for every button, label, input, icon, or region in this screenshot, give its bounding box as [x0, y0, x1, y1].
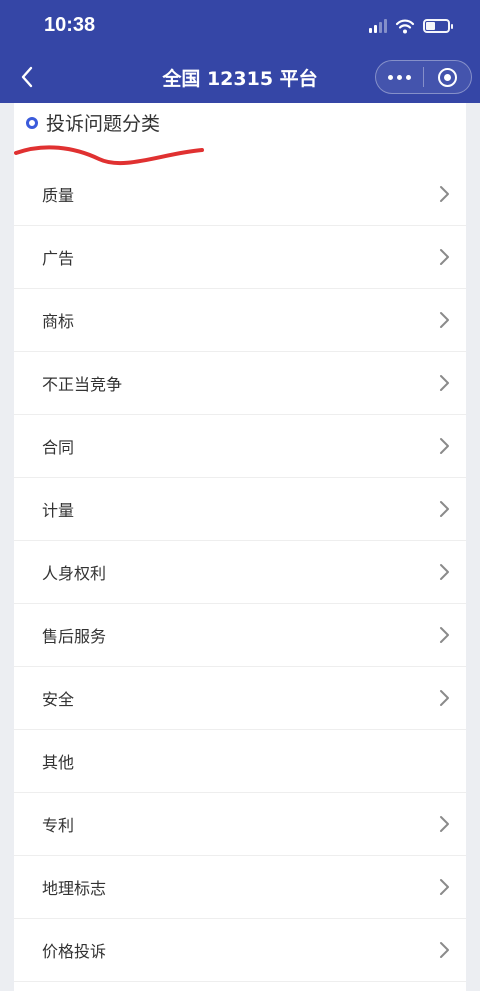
category-row[interactable]: 价格投诉 [14, 919, 466, 982]
category-label: 不正当竞争 [42, 375, 123, 394]
category-row[interactable]: 售后服务 [14, 604, 466, 667]
chevron-right-icon [440, 375, 449, 391]
chevron-right-icon [440, 501, 449, 517]
close-mini-program-button[interactable] [424, 61, 471, 93]
category-label: 质量 [42, 186, 75, 205]
more-button[interactable] [376, 61, 423, 93]
chevron-right-icon [440, 438, 449, 454]
category-row[interactable]: 不正当竞争 [14, 352, 466, 415]
close-mini-program-icon [438, 67, 457, 87]
category-label: 其他 [42, 753, 75, 772]
chevron-right-icon [440, 942, 449, 958]
chevron-right-icon [440, 879, 449, 895]
category-row[interactable]: 人身权利 [14, 541, 466, 604]
ring-bullet-icon [26, 116, 38, 129]
category-label: 商标 [42, 312, 75, 331]
chevron-right-icon [440, 186, 449, 202]
category-label: 地理标志 [42, 879, 107, 898]
mini-program-capsule [375, 60, 472, 94]
category-row[interactable]: 计量 [14, 478, 466, 541]
battery-icon [423, 19, 453, 33]
wifi-icon [395, 19, 415, 34]
category-label: 广告 [42, 249, 75, 268]
more-icon [388, 74, 411, 80]
chevron-right-icon [440, 249, 449, 265]
category-row[interactable]: 合同 [14, 415, 466, 478]
category-row[interactable]: 地理标志 [14, 856, 466, 919]
section-title: 投诉问题分类 [46, 113, 161, 135]
status-icons [369, 14, 453, 38]
category-label: 合同 [42, 438, 75, 457]
category-label: 专利 [42, 816, 75, 835]
category-label: 人身权利 [42, 564, 107, 583]
header-bar: 10:38 全国 12315 平台 [0, 0, 480, 103]
chevron-right-icon [440, 816, 449, 832]
category-label: 安全 [42, 690, 75, 709]
chevron-right-icon [440, 312, 449, 328]
category-row[interactable]: 专利 [14, 793, 466, 856]
chevron-right-icon [440, 564, 449, 580]
category-row[interactable]: 商标 [14, 289, 466, 352]
category-row[interactable]: 质量 [14, 163, 466, 226]
status-time: 10:38 [44, 14, 96, 36]
category-card: 投诉问题分类 质量广告商标不正当竞争合同计量人身权利售后服务安全其他专利地理标志… [14, 103, 466, 991]
category-list: 质量广告商标不正当竞争合同计量人身权利售后服务安全其他专利地理标志价格投诉 [14, 163, 466, 982]
category-label: 售后服务 [42, 627, 107, 646]
category-row[interactable]: 其他 [14, 730, 466, 793]
category-row[interactable]: 广告 [14, 226, 466, 289]
chevron-right-icon [440, 627, 449, 643]
category-label: 计量 [42, 501, 75, 520]
chevron-right-icon [440, 690, 449, 706]
signal-icon [369, 19, 387, 33]
category-label: 价格投诉 [42, 942, 107, 961]
category-row[interactable]: 安全 [14, 667, 466, 730]
section-header: 投诉问题分类 [26, 109, 160, 136]
